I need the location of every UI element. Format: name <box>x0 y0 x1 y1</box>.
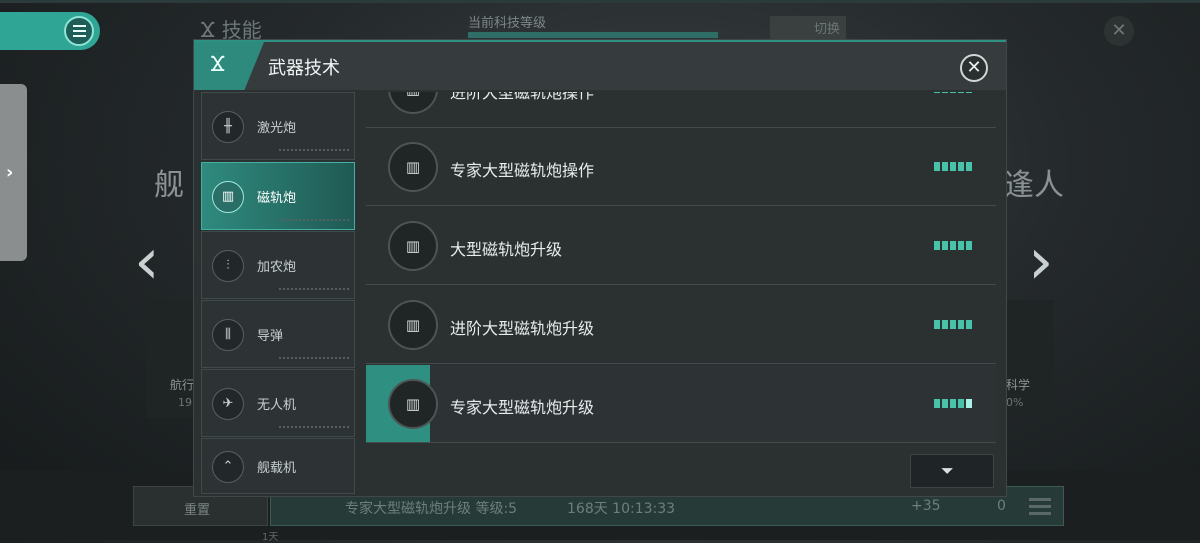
railgun-icon: ▥ <box>388 92 438 114</box>
skill-row[interactable]: ▥ 进阶大型磁轨炮操作 <box>366 92 996 128</box>
category-laser[interactable]: ╫ 激光炮 <box>201 92 355 160</box>
card-title: 航行 <box>170 378 195 392</box>
dialog-title: 武器技术 <box>268 58 340 79</box>
tech-level-bar <box>468 32 718 38</box>
prev-arrow-icon[interactable]: ‹ <box>134 230 160 294</box>
card-title: 科学 <box>1006 378 1031 392</box>
side-expand-tab[interactable]: › <box>0 84 27 261</box>
fighter-icon: ⌃ <box>212 451 244 483</box>
category-list: ╫ 激光炮 ▥ 磁轨炮 ⫶ 加农炮 ⫼ 导弹 ✈ 无人机 ⌃ 舰载机 <box>201 92 355 494</box>
queue-time: 168天 10:13:33 <box>567 501 676 517</box>
skill-row-selected[interactable]: ▥ 专家大型磁轨炮升级 <box>366 365 996 443</box>
queue-skill-name: 专家大型磁轨炮升级 等级:5 <box>345 501 518 517</box>
skill-row[interactable]: ▥ 大型磁轨炮升级 <box>366 207 996 285</box>
category-label: 加农炮 <box>257 260 297 275</box>
filter-button[interactable]: ⏷ <box>910 454 994 488</box>
progress-dots <box>278 287 350 291</box>
dialog-header: Ϫ 武器技术 ✕ <box>194 40 1006 90</box>
railgun-icon: ▥ <box>212 181 244 213</box>
railgun-icon: ▥ <box>388 300 438 350</box>
category-railgun[interactable]: ▥ 磁轨炮 <box>201 162 355 230</box>
dna-badge: Ϫ <box>194 42 264 90</box>
skill-name: 进阶大型磁轨炮升级 <box>450 319 595 338</box>
category-label: 磁轨炮 <box>257 191 297 206</box>
navigation-card[interactable]: 航行 19 <box>146 300 196 418</box>
chevron-right-icon: › <box>6 162 14 183</box>
reset-duration: 1天 <box>262 532 279 543</box>
category-drone[interactable]: ✈ 无人机 <box>201 369 355 437</box>
skill-name: 大型磁轨炮升级 <box>450 240 563 259</box>
skill-row[interactable]: ▥ 专家大型磁轨炮操作 <box>366 128 996 206</box>
category-label: 无人机 <box>257 398 297 413</box>
skill-name: 专家大型磁轨炮操作 <box>450 161 595 180</box>
skills-page-title: Ϫ 技能 <box>200 18 262 42</box>
tech-level-label: 当前科技等级 <box>468 16 547 31</box>
railgun-icon: ▥ <box>388 379 438 429</box>
skill-name: 进阶大型磁轨炮操作 <box>450 92 595 102</box>
category-label: 激光炮 <box>257 121 297 136</box>
skill-level <box>934 320 974 329</box>
skill-level <box>934 92 974 93</box>
skill-row[interactable]: ▥ 进阶大型磁轨炮升级 <box>366 286 996 364</box>
cannon-icon: ⫶ <box>212 250 244 282</box>
drone-icon: ✈ <box>212 388 244 420</box>
category-missile[interactable]: ⫼ 导弹 <box>201 300 355 368</box>
category-fighter[interactable]: ⌃ 舰载机 <box>201 438 355 494</box>
weapon-tech-dialog: Ϫ 武器技术 ✕ ╫ 激光炮 ▥ 磁轨炮 ⫶ 加农炮 ⫼ 导弹 ✈ 无人机 ⌃ … <box>194 40 1006 496</box>
menu-icon <box>64 16 94 46</box>
card-value: 0% <box>1006 396 1024 409</box>
category-label: 舰载机 <box>257 461 297 476</box>
dna-icon: Ϫ <box>200 18 216 42</box>
dialog-close-button[interactable]: ✕ <box>960 54 988 82</box>
main-menu-button[interactable] <box>0 12 100 50</box>
right-heading: 逢人 <box>1004 168 1064 203</box>
top-divider <box>0 0 1200 3</box>
reset-label: 重置 <box>184 503 211 518</box>
queue-menu-icon[interactable] <box>1029 498 1051 519</box>
progress-dots <box>278 148 350 152</box>
progress-dots <box>278 425 350 429</box>
railgun-icon: ▥ <box>388 142 438 192</box>
category-label: 导弹 <box>257 329 284 344</box>
missile-icon: ⫼ <box>212 319 244 351</box>
next-arrow-icon[interactable]: › <box>1028 230 1054 294</box>
card-value: 19 <box>178 396 192 409</box>
filter-icon: ⏷ <box>941 461 954 480</box>
skill-name: 专家大型磁轨炮升级 <box>450 398 595 417</box>
science-card[interactable]: 科学 0% <box>1000 300 1054 418</box>
dna-icon: Ϫ <box>210 52 226 76</box>
page-close-icon[interactable]: ✕ <box>1104 16 1134 46</box>
category-cannon[interactable]: ⫶ 加农炮 <box>201 231 355 299</box>
skill-level <box>934 399 974 408</box>
skill-level <box>934 162 974 171</box>
queue-count: 0 <box>997 498 1006 514</box>
laser-icon: ╫ <box>212 111 244 143</box>
progress-dots <box>278 218 350 222</box>
skill-level <box>934 241 974 250</box>
queue-bonus: +35 <box>911 498 941 514</box>
railgun-icon: ▥ <box>388 221 438 271</box>
progress-dots <box>278 356 350 360</box>
ship-heading: 舰 <box>154 168 184 203</box>
skill-list: ▥ 进阶大型磁轨炮操作 ▥ 专家大型磁轨炮操作 ▥ 大型磁轨炮升级 ▥ 进阶大型… <box>366 92 1002 492</box>
